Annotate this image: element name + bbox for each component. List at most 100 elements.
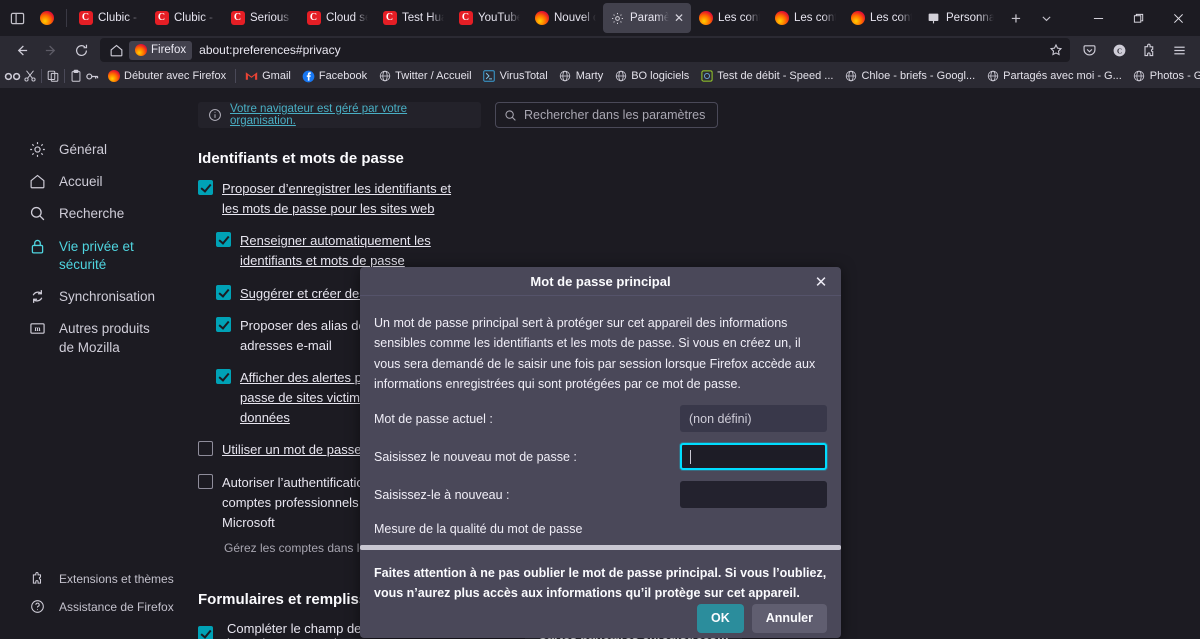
maximize-button[interactable] [1118, 2, 1158, 34]
field-current-password: Mot de passe actuel : (non défini) [374, 405, 827, 432]
back-icon[interactable] [6, 37, 36, 63]
confirm-password-input[interactable] [680, 481, 827, 508]
bookmark-item[interactable]: BO logiciels [609, 66, 694, 86]
tab-close-icon[interactable]: ✕ [674, 12, 684, 24]
bookmark-item[interactable]: Twitter / Accueil [373, 66, 476, 86]
bookmark-item[interactable]: Gmail [240, 66, 296, 86]
bookmark-label: VirusTotal [499, 70, 548, 82]
tab-label: Clubic - La [98, 12, 140, 24]
sidebar-icon[interactable] [2, 3, 32, 33]
clubic-icon: C [154, 11, 169, 26]
menu-icon[interactable] [1164, 37, 1194, 63]
tab-label: Paramèt [630, 12, 669, 24]
field-new-password: Saisissez le nouveau mot de passe : [374, 443, 827, 470]
tab-strip-divider [66, 9, 67, 27]
gmail-icon [245, 70, 258, 83]
browser-tab[interactable]: C Serious ga [223, 3, 299, 33]
browser-tab-active[interactable]: Paramèt ✕ [603, 3, 691, 33]
toolbar-actions: C [1074, 37, 1194, 63]
navigation-toolbar: Firefox about:preferences#privacy C [0, 36, 1200, 64]
field-confirm-password: Saisissez-le à nouveau : [374, 481, 827, 508]
dialog-warning: Faites attention à ne pas oublier le mot… [374, 566, 827, 601]
pocket-icon[interactable] [1074, 37, 1104, 63]
bookmark-label: Test de débit - Speed ... [717, 70, 834, 82]
bookmark-item[interactable]: Débuter avec Firefox [102, 66, 231, 86]
url-bar[interactable]: Firefox about:preferences#privacy [100, 38, 1070, 62]
clubic-icon: C [230, 11, 245, 26]
dialog-description: Un mot de passe principal sert à protége… [374, 316, 816, 391]
ok-button[interactable]: OK [697, 603, 744, 633]
list-all-tabs-icon[interactable] [1031, 3, 1061, 33]
firefox-icon [534, 11, 549, 26]
browser-tab[interactable]: C Clubic - La [147, 3, 223, 33]
firefox-icon [107, 70, 120, 83]
clubic-icon: C [382, 11, 397, 26]
bookmark-item[interactable]: Partagés avec moi - G... [981, 66, 1127, 86]
clubic-icon: C [306, 11, 321, 26]
url-input[interactable]: about:preferences#privacy [199, 43, 340, 57]
dialog-footer: OK Annuler [360, 603, 841, 639]
browser-window: C Clubic - La C Clubic - La C Serious ga… [0, 0, 1200, 639]
browser-tab[interactable]: Les conten [767, 3, 843, 33]
tab-label: Les conten [718, 12, 760, 24]
browser-tab[interactable]: Nouvel on [527, 3, 603, 33]
reload-icon[interactable] [66, 37, 96, 63]
identity-chip[interactable]: Firefox [129, 40, 193, 60]
minimize-button[interactable] [1078, 2, 1118, 34]
new-password-input[interactable] [680, 443, 827, 470]
firefox-view-icon[interactable] [32, 3, 62, 33]
password-quality-meter [360, 545, 841, 550]
infinity-icon[interactable] [4, 66, 21, 86]
bookmark-item[interactable]: VirusTotal [478, 66, 553, 86]
clubic-icon: C [78, 11, 93, 26]
paste-icon[interactable] [69, 66, 83, 86]
dialog-title: Mot de passe principal [530, 273, 671, 289]
tab-label: YouTube fa [478, 12, 520, 24]
extension-icon[interactable] [1134, 37, 1164, 63]
bookmark-label: BO logiciels [631, 70, 690, 82]
close-icon[interactable]: ✕ [810, 267, 832, 296]
browser-tab[interactable]: C Clubic - La [71, 3, 147, 33]
cut-icon[interactable] [23, 66, 37, 86]
browser-tab[interactable]: C YouTube fa [451, 3, 527, 33]
tab-label: Test Huawe [402, 12, 444, 24]
field-label: Saisissez le nouveau mot de passe : [374, 449, 577, 464]
dialog-header: Mot de passe principal ✕ [360, 267, 841, 296]
globe-icon [986, 70, 999, 83]
cancel-button[interactable]: Annuler [751, 603, 827, 633]
preferences-page: Général Accueil Recherche Vie privée et … [0, 88, 1200, 639]
star-icon[interactable] [1049, 43, 1067, 57]
identity-chip-label: Firefox [151, 44, 187, 56]
facebook-icon [302, 70, 315, 83]
firefox-icon [698, 11, 713, 26]
globe-icon [844, 70, 857, 83]
copy-icon[interactable] [46, 66, 60, 86]
field-label: Saisissez-le à nouveau : [374, 487, 510, 502]
bookmark-item[interactable]: Marty [554, 66, 609, 86]
bookmark-item[interactable]: Facebook [297, 66, 372, 86]
browser-tab[interactable]: C Test Huawe [375, 3, 451, 33]
browser-tab[interactable]: C Cloud sécu [299, 3, 375, 33]
new-tab-label: + [1011, 8, 1021, 28]
forward-icon[interactable] [36, 37, 66, 63]
firefox-icon [774, 11, 789, 26]
container-icon[interactable]: C [1104, 37, 1134, 63]
close-button[interactable] [1158, 2, 1198, 34]
bookmark-item[interactable]: Photos - Google Photos [1128, 66, 1200, 86]
bookmark-item[interactable]: Chloe - briefs - Googl... [839, 66, 980, 86]
toolbar-divider [64, 69, 65, 83]
browser-tab[interactable]: Personnalis [919, 3, 1001, 33]
tab-label: Nouvel on [554, 12, 596, 24]
bookmark-label: Gmail [262, 70, 291, 82]
primary-password-dialog: Mot de passe principal ✕ Un mot de passe… [360, 267, 841, 638]
current-password-input: (non défini) [680, 405, 827, 432]
new-tab-button[interactable]: + [1001, 3, 1031, 33]
key-icon[interactable] [85, 66, 100, 86]
bookmark-item[interactable]: Test de débit - Speed ... [695, 66, 838, 86]
bookmark-label: Débuter avec Firefox [124, 70, 227, 82]
globe-icon [1133, 70, 1146, 83]
browser-tab[interactable]: Les conten [843, 3, 919, 33]
speedtest-icon [700, 70, 713, 83]
browser-tab[interactable]: Les conten [691, 3, 767, 33]
home-icon[interactable] [103, 37, 129, 63]
